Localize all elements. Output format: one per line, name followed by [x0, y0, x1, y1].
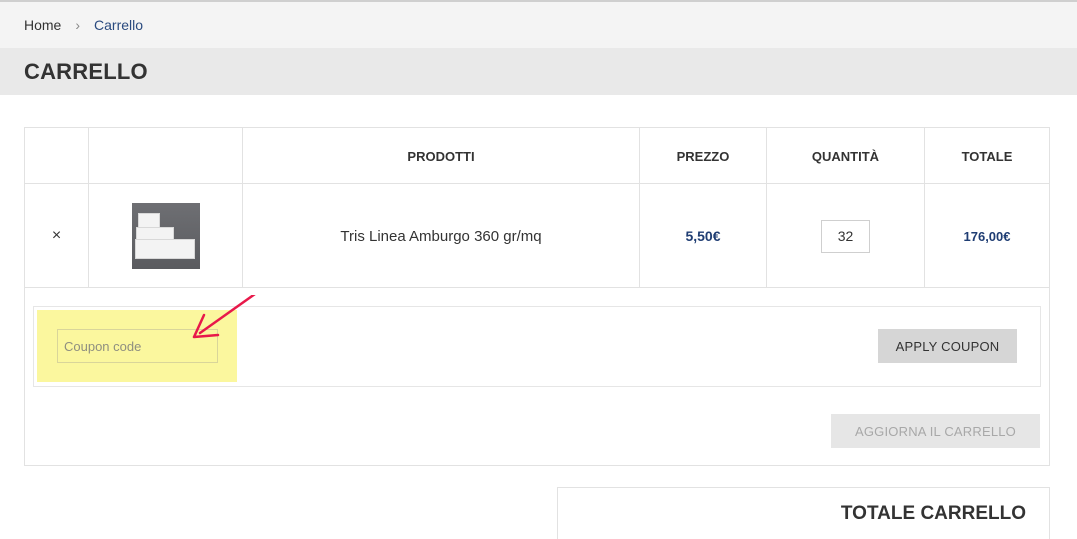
coupon-section: APPLY COUPON [33, 295, 1041, 387]
cart-totals-title: TOTALE CARRELLO [840, 503, 1026, 524]
towel-shape [134, 239, 195, 259]
cart-table: PRODOTTI PREZZO QUANTITÀ TOTALE × Tris L… [24, 127, 1050, 466]
table-header-row: PRODOTTI PREZZO QUANTITÀ TOTALE [25, 128, 1049, 184]
header-total: TOTALE [961, 148, 1013, 164]
header-products: PRODOTTI [407, 148, 475, 164]
line-total: 176,00€ [963, 228, 1011, 244]
page-title-bar: CARRELLO [0, 48, 1077, 95]
header-quantity: QUANTITÀ [811, 148, 880, 164]
product-thumbnail[interactable] [131, 203, 200, 269]
header-price: PREZZO [676, 148, 730, 164]
product-price: 5,50€ [685, 228, 721, 244]
table-row: × Tris Linea Amburgo 360 gr/mq 5,50€ 176… [25, 184, 1049, 288]
close-icon[interactable]: × [52, 227, 61, 245]
apply-coupon-button[interactable]: APPLY COUPON [878, 329, 1017, 363]
page-title: CARRELLO [24, 58, 148, 84]
breadcrumb-home-link[interactable]: Home [24, 17, 61, 33]
product-name-link[interactable]: Tris Linea Amburgo 360 gr/mq [340, 228, 541, 245]
breadcrumb-current: Carrello [94, 17, 144, 33]
update-cart-button[interactable]: AGGIORNA IL CARRELLO [831, 414, 1040, 448]
breadcrumb: Home › Carrello [0, 2, 1077, 48]
chevron-right-icon: › [75, 17, 81, 33]
cart-totals-panel: TOTALE CARRELLO [557, 487, 1050, 539]
arrow-icon [192, 295, 256, 339]
quantity-input[interactable] [821, 219, 870, 253]
